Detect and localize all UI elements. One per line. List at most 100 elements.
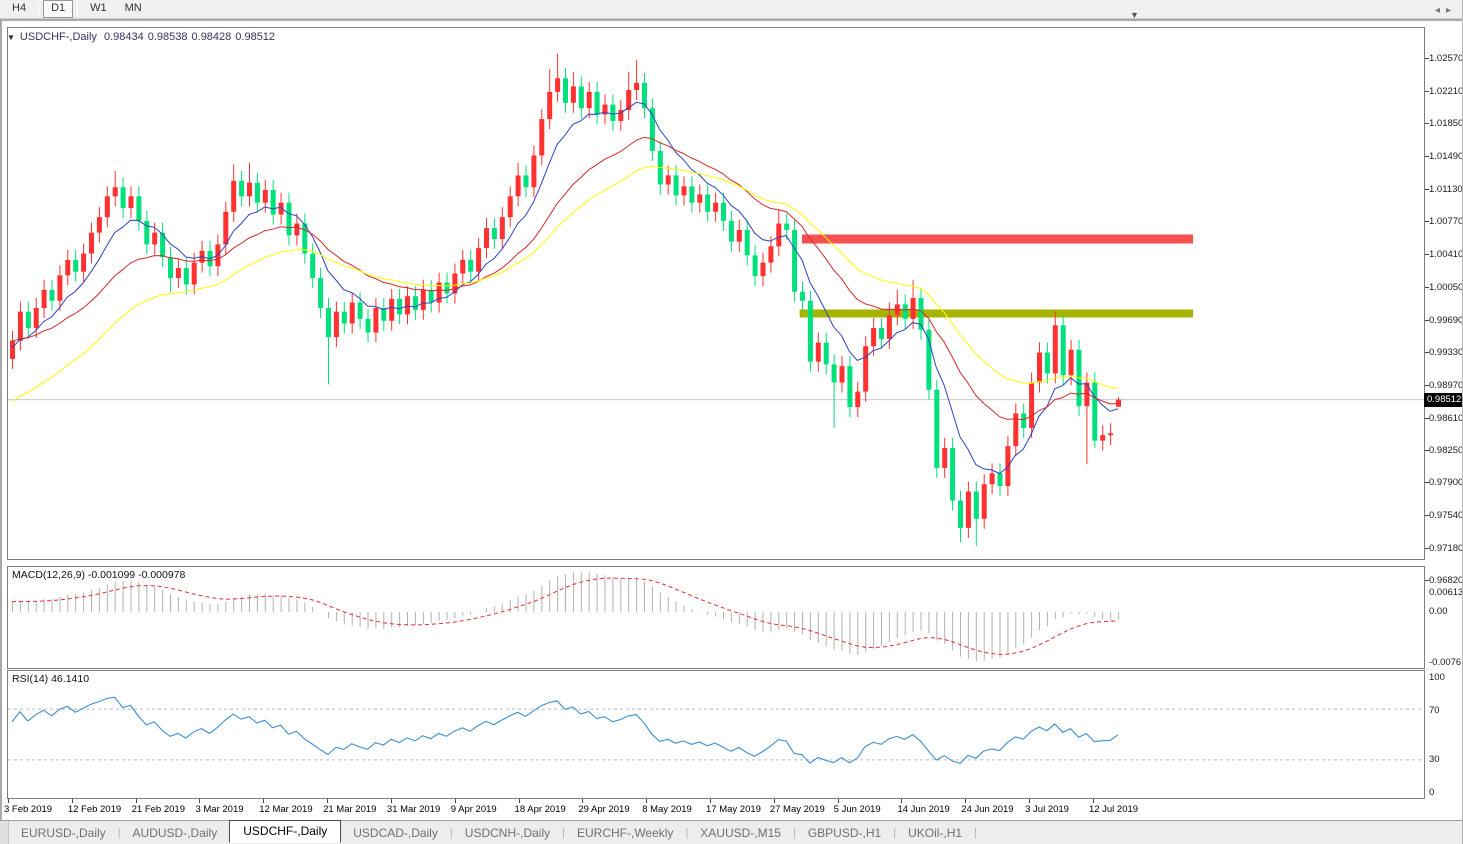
- timeframe-button-h4[interactable]: H4: [4, 0, 34, 18]
- price-axis-label: 0.98250: [1429, 445, 1463, 456]
- tabbar-grip: [0, 821, 9, 844]
- date-axis-tick: [1029, 799, 1030, 803]
- candle: [366, 319, 371, 333]
- candle: [1053, 325, 1058, 373]
- rsi-label: RSI(14) 46.1410: [12, 673, 89, 685]
- candle: [982, 484, 987, 519]
- candle: [682, 186, 687, 195]
- rsi-indicator-panel[interactable]: RSI(14) 46.1410: [7, 670, 1425, 799]
- tab-eurchf[interactable]: EURCHF-,Weekly: [565, 823, 685, 843]
- tab-audusd[interactable]: AUDUSD-,Daily: [121, 823, 230, 843]
- candle: [113, 187, 118, 196]
- resistance-level-line[interactable]: [802, 235, 1193, 244]
- candle: [934, 390, 939, 468]
- candle: [745, 230, 750, 255]
- tab-usdcnh[interactable]: USDCNH-,Daily: [453, 823, 562, 843]
- candle: [784, 224, 789, 230]
- date-axis-tick: [774, 799, 775, 803]
- candle: [42, 290, 47, 308]
- macd-indicator-panel[interactable]: MACD(12,26,9) -0.001099 -0.000978: [7, 566, 1425, 669]
- scroll-right-icon[interactable]: ▸: [1446, 5, 1457, 16]
- support-level-line[interactable]: [800, 309, 1193, 317]
- candle: [761, 263, 766, 277]
- candle: [1013, 413, 1018, 446]
- candle: [121, 187, 126, 208]
- candle: [310, 254, 315, 279]
- date-axis-label: 31 Mar 2019: [387, 804, 440, 815]
- ohlc-open: 0.98434: [104, 31, 144, 43]
- candle: [1108, 433, 1113, 435]
- candle: [326, 308, 331, 337]
- date-axis-tick: [901, 799, 902, 803]
- date-axis-label: 14 Jun 2019: [897, 804, 949, 815]
- candle: [816, 343, 821, 362]
- candle: [350, 303, 355, 324]
- chart-tab-bar: EURUSD-,Daily|AUDUSD-,DailyUSDCHF-,Daily…: [0, 820, 1463, 844]
- rsi-chart[interactable]: [8, 671, 1424, 798]
- date-axis-tick: [838, 799, 839, 803]
- candle: [610, 105, 615, 121]
- candle: [476, 248, 481, 272]
- candle: [998, 473, 1003, 486]
- date-axis-label: 24 Jun 2019: [961, 804, 1013, 815]
- price-axis-label: 1.02210: [1429, 86, 1463, 97]
- candlestick-chart[interactable]: [8, 28, 1424, 559]
- candle: [294, 224, 299, 236]
- ohlc-close: 0.98512: [235, 31, 275, 43]
- candle: [516, 175, 521, 196]
- price-axis-label: 0.96820: [1429, 575, 1463, 586]
- date-axis-label: 17 May 2019: [706, 804, 761, 815]
- price-axis-label: 1.01850: [1429, 118, 1463, 129]
- candle: [263, 190, 268, 203]
- price-axis-label: 1.01130: [1429, 184, 1463, 195]
- tab-usdcad[interactable]: USDCAD-,Daily: [341, 823, 450, 843]
- timeframe-button-w1[interactable]: W1: [82, 0, 115, 18]
- candle: [800, 292, 805, 301]
- chart-dropdown-icon[interactable]: ▼: [7, 33, 15, 42]
- candle: [445, 283, 450, 294]
- candle: [136, 196, 141, 221]
- candle: [10, 341, 15, 359]
- scroll-left-icon[interactable]: ◂: [1435, 5, 1446, 16]
- candle: [50, 290, 55, 301]
- candle: [484, 228, 489, 248]
- candle: [460, 260, 465, 274]
- price-axis-label: 0.97540: [1429, 510, 1463, 521]
- tab-ukoil[interactable]: UKOil-,H1: [896, 823, 974, 843]
- timeframe-toolbar: H4 D1 W1MN: [0, 0, 1463, 19]
- candle: [1021, 413, 1026, 428]
- date-axis-tick: [519, 799, 520, 803]
- candle: [840, 366, 845, 382]
- rsi-axis-70: 70: [1429, 705, 1440, 716]
- candle: [168, 257, 173, 278]
- timeframe-button-d1[interactable]: D1: [43, 0, 73, 18]
- tab-xauusd[interactable]: XAUUSD-,M15: [688, 823, 793, 843]
- candle: [808, 301, 813, 362]
- candle: [524, 175, 529, 187]
- candle: [697, 194, 702, 202]
- price-axis-label: 0.98970: [1429, 380, 1463, 391]
- tab-usdchf[interactable]: USDCHF-,Daily: [229, 820, 341, 843]
- date-axis-tick: [1093, 799, 1094, 803]
- date-axis-tick: [710, 799, 711, 803]
- candle: [405, 296, 410, 314]
- rsi-axis-0: 0: [1429, 787, 1434, 798]
- tab-scroll-arrows: ◂▸: [1435, 5, 1457, 16]
- ohlc-low: 0.98428: [192, 31, 232, 43]
- tab-eurusd[interactable]: EURUSD-,Daily: [9, 823, 118, 843]
- timeframe-button-mn[interactable]: MN: [117, 0, 150, 18]
- macd-chart[interactable]: [8, 567, 1424, 668]
- candle: [57, 275, 62, 300]
- candle: [563, 78, 568, 103]
- date-axis-label: 8 May 2019: [642, 804, 692, 815]
- price-chart-panel[interactable]: [7, 27, 1425, 560]
- chart-shift-marker-icon[interactable]: ▼: [1130, 10, 1139, 20]
- date-axis-tick: [327, 799, 328, 803]
- candle: [287, 203, 292, 236]
- candle: [966, 492, 971, 528]
- price-axis-label: 0.97900: [1429, 477, 1463, 488]
- tab-gbpusd[interactable]: GBPUSD-,H1: [796, 823, 893, 843]
- candle: [152, 233, 157, 245]
- candle: [571, 86, 576, 102]
- candle: [824, 343, 829, 365]
